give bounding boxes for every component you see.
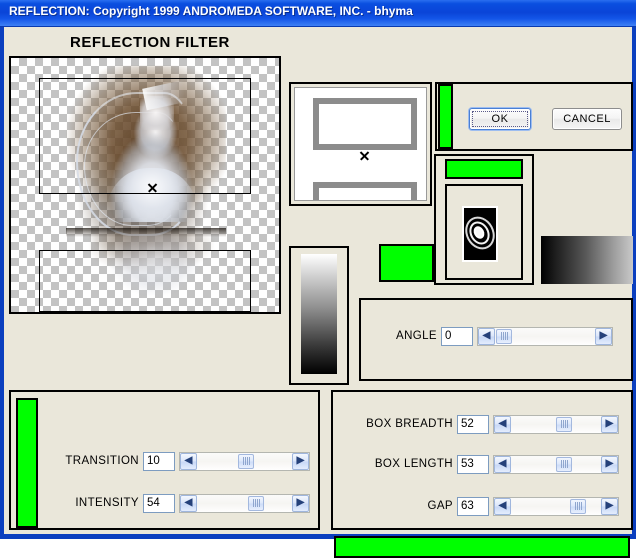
transition-decrease-arrow-icon[interactable]: ◀	[180, 452, 197, 470]
gap-decrease-arrow-icon[interactable]: ◀	[494, 497, 511, 515]
transition-increase-arrow-icon[interactable]: ▶	[292, 452, 309, 470]
spiral-texture-thumbnail[interactable]	[462, 206, 498, 262]
slider-row-intensity: INTENSITY 54 ◀ ▶	[65, 493, 310, 513]
slider-row-transition: TRANSITION 10 ◀ ▶	[65, 451, 310, 471]
angle-increase-arrow-icon[interactable]: ▶	[595, 327, 612, 345]
box-breadth-slider[interactable]: ◀ ▶	[493, 414, 619, 434]
gap-slider-thumb[interactable]	[570, 498, 586, 514]
green-indicator-bar-left	[16, 398, 38, 528]
schematic-box-bottom	[313, 182, 417, 200]
intensity-label: INTENSITY	[75, 497, 139, 509]
angle-decrease-arrow-icon[interactable]: ◀	[478, 327, 495, 345]
box-breadth-decrease-arrow-icon[interactable]: ◀	[494, 415, 511, 433]
schematic-canvas	[294, 87, 427, 201]
gap-label: GAP	[427, 500, 453, 512]
box-length-label: BOX LENGTH	[374, 458, 453, 470]
gap-slider[interactable]: ◀ ▶	[493, 496, 619, 516]
preview-artwork	[66, 58, 226, 312]
intensity-slider[interactable]: ◀ ▶	[179, 493, 310, 513]
box-length-decrease-arrow-icon[interactable]: ◀	[494, 455, 511, 473]
angle-label: ANGLE	[396, 330, 437, 342]
box-breadth-slider-thumb[interactable]	[556, 416, 572, 432]
slider-row-box-breadth: BOX BREADTH 52 ◀ ▶	[361, 414, 619, 434]
green-indicator-bar-bottom	[334, 536, 630, 558]
gap-increase-arrow-icon[interactable]: ▶	[601, 497, 618, 515]
green-indicator-bar-top-right	[438, 84, 453, 149]
schematic-box-top	[313, 98, 417, 150]
green-indicator-bar-texture	[445, 159, 523, 179]
intensity-decrease-arrow-icon[interactable]: ◀	[180, 494, 197, 512]
angle-panel: ANGLE 0 ◀ ▶	[359, 298, 633, 381]
green-indicator-bar-middle	[379, 244, 434, 282]
reflection-preview[interactable]	[9, 56, 281, 314]
slider-row-gap: GAP 63 ◀ ▶	[361, 496, 619, 516]
window-title: REFLECTION: Copyright 1999 ANDROMEDA SOF…	[9, 4, 413, 18]
reflection-dialog-window: REFLECTION: Copyright 1999 ANDROMEDA SOF…	[0, 0, 636, 558]
focus-rectangle	[472, 111, 528, 127]
cancel-button[interactable]: CANCEL	[552, 108, 622, 130]
dialog-client-area: REFLECTION FILTER OK CANCEL ANGLE 0 ◀ ▶ …	[4, 27, 633, 558]
intensity-slider-thumb[interactable]	[248, 495, 264, 511]
box-length-slider[interactable]: ◀ ▶	[493, 454, 619, 474]
angle-slider-thumb[interactable]	[496, 328, 512, 344]
transition-intensity-panel: TRANSITION 10 ◀ ▶ INTENSITY 54 ◀ ▶	[9, 390, 320, 530]
transition-label: TRANSITION	[65, 455, 139, 467]
box-breadth-increase-arrow-icon[interactable]: ▶	[601, 415, 618, 433]
transition-slider-thumb[interactable]	[238, 453, 254, 469]
box-parameters-panel: BOX BREADTH 52 ◀ ▶ BOX LENGTH 53 ◀ ▶ GAP	[331, 390, 633, 530]
artwork-reflection	[90, 234, 214, 312]
transition-slider[interactable]: ◀ ▶	[179, 451, 310, 471]
horizontal-gradient-swatch[interactable]	[541, 236, 633, 284]
box-length-slider-thumb[interactable]	[556, 456, 572, 472]
vertical-gradient-swatch[interactable]	[301, 254, 337, 374]
box-breadth-label: BOX BREADTH	[366, 418, 453, 430]
cancel-button-label: CANCEL	[563, 113, 611, 125]
gap-value-field[interactable]: 63	[457, 496, 489, 516]
slider-row-box-length: BOX LENGTH 53 ◀ ▶	[361, 454, 619, 474]
intensity-value-field[interactable]: 54	[143, 493, 175, 513]
angle-value-field[interactable]: 0	[441, 326, 473, 346]
ok-button[interactable]: OK	[469, 108, 531, 130]
box-breadth-value-field[interactable]: 52	[457, 414, 489, 434]
angle-slider[interactable]: ◀ ▶	[477, 326, 613, 346]
page-title: REFLECTION FILTER	[70, 34, 230, 51]
intensity-increase-arrow-icon[interactable]: ▶	[292, 494, 309, 512]
title-bar[interactable]: REFLECTION: Copyright 1999 ANDROMEDA SOF…	[0, 0, 636, 27]
texture-preview-inner-frame[interactable]	[445, 184, 523, 280]
schematic-panel[interactable]	[289, 82, 432, 206]
transition-value-field[interactable]: 10	[143, 451, 175, 471]
box-length-value-field[interactable]: 53	[457, 454, 489, 474]
box-length-increase-arrow-icon[interactable]: ▶	[601, 455, 618, 473]
slider-row-angle: ANGLE 0 ◀ ▶	[385, 326, 613, 346]
schematic-x-marker[interactable]	[359, 150, 370, 161]
